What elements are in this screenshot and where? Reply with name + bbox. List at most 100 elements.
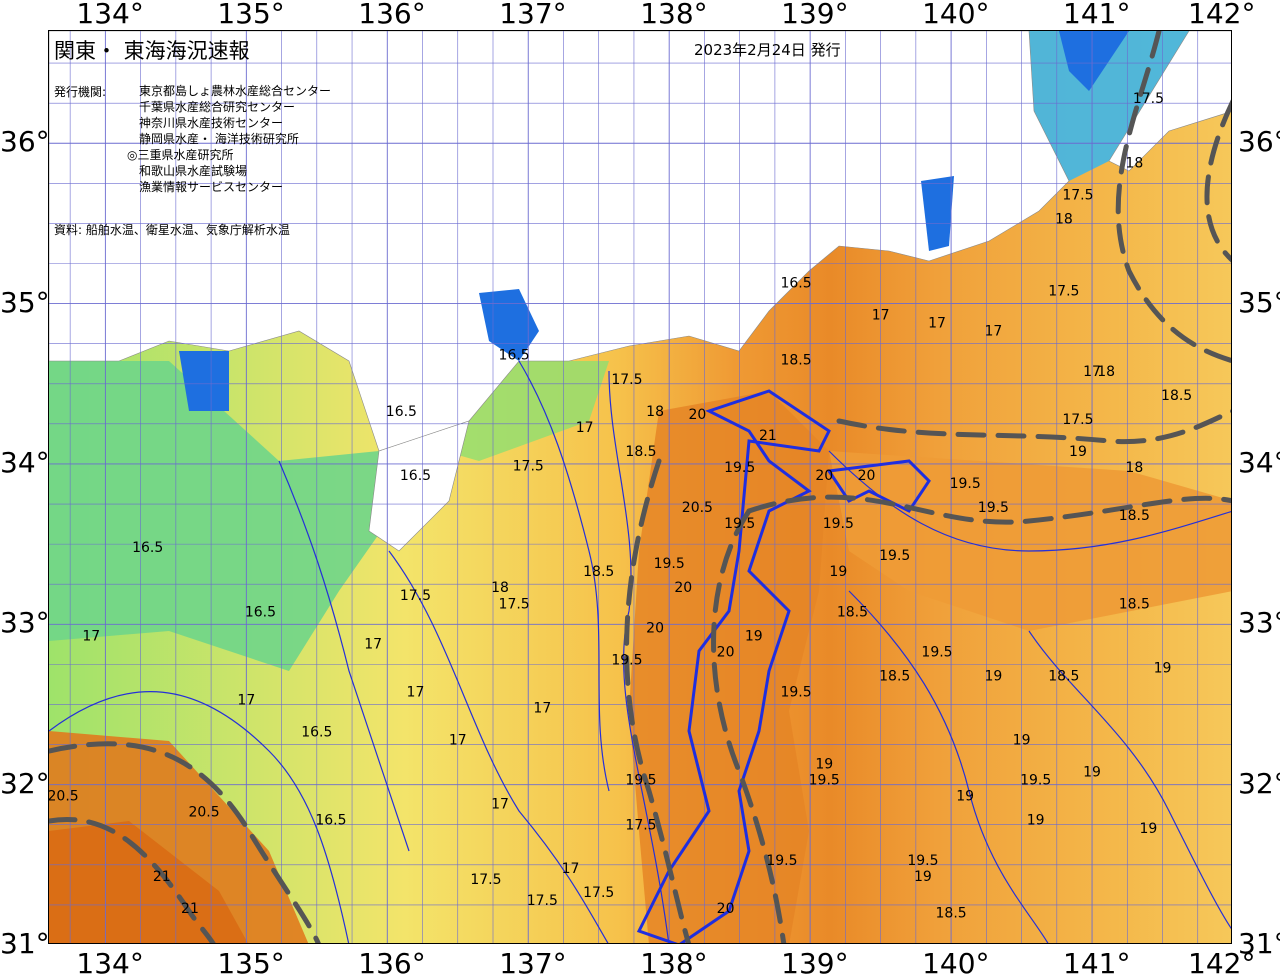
lon-label-bottom: 136° <box>358 947 426 980</box>
temperature-label: 20 <box>717 901 735 917</box>
publisher-label: 発行機関: <box>54 85 107 99</box>
temperature-label: 16.5 <box>301 725 332 741</box>
temperature-label: 19.5 <box>1020 773 1051 789</box>
temperature-label: 19.5 <box>780 684 811 700</box>
temperature-label: 16.5 <box>245 604 276 620</box>
temperature-label: 17 <box>449 733 467 749</box>
temperature-label: 18 <box>646 404 664 420</box>
temperature-label: 18 <box>1055 211 1073 227</box>
temperature-label: 19 <box>829 564 847 580</box>
temperature-label: 19 <box>956 789 974 805</box>
lat-label-right: 36° <box>1238 125 1280 159</box>
lat-label-left: 36° <box>0 125 50 159</box>
temperature-label: 20 <box>674 580 692 596</box>
temperature-label: 20 <box>815 468 833 484</box>
temperature-label: 19.5 <box>625 773 656 789</box>
temperature-label: 19.5 <box>879 548 910 564</box>
lon-label-bottom: 138° <box>640 947 708 980</box>
temperature-label: 17.5 <box>611 372 642 388</box>
temperature-label: 19.5 <box>724 516 755 532</box>
temperature-label: 20.5 <box>188 805 219 821</box>
temperature-label: 19.5 <box>823 516 854 532</box>
lat-label-right: 31° <box>1238 927 1280 960</box>
temperature-label: 17.5 <box>625 818 656 834</box>
lat-label-right: 33° <box>1238 606 1280 640</box>
lon-label-top: 135° <box>217 0 285 30</box>
temperature-label: 18.5 <box>837 604 868 620</box>
temperature-label: 19 <box>815 757 833 773</box>
temperature-label: 17 <box>928 316 946 332</box>
temperature-label: 20.5 <box>49 789 79 805</box>
lon-label-bottom: 140° <box>922 947 990 980</box>
temperature-label: 18.5 <box>1119 596 1150 612</box>
publisher-item: 神奈川県水産技術センター <box>139 116 284 130</box>
lat-label-left: 34° <box>0 445 50 479</box>
temperature-label: 19.5 <box>654 556 685 572</box>
lon-label-top: 138° <box>640 0 708 30</box>
temperature-label: 17 <box>576 420 594 436</box>
temperature-label: 21 <box>153 869 171 885</box>
temperature-label: 20 <box>717 644 735 660</box>
temperature-label: 19.5 <box>950 476 981 492</box>
publisher-item: 静岡県水産・ 海洋技術研究所 <box>139 132 299 146</box>
temperature-label: 18 <box>1097 364 1115 380</box>
temperature-label: 18.5 <box>583 564 614 580</box>
lat-label-left: 35° <box>0 285 50 319</box>
temperature-label: 19.5 <box>766 853 797 869</box>
temperature-label: 17 <box>562 861 580 877</box>
lon-label-top: 137° <box>499 0 567 30</box>
publisher-item: 千葉県水産総合研究センター <box>139 100 296 114</box>
temperature-label: 17 <box>491 797 509 813</box>
temperature-label: 18.5 <box>780 353 811 369</box>
temperature-label: 19 <box>1154 660 1172 676</box>
temperature-label: 17.5 <box>499 596 530 612</box>
publisher-item: 和歌山県水産試験場 <box>139 164 248 178</box>
lon-label-top: 140° <box>922 0 990 30</box>
temperature-label: 18.5 <box>1119 508 1150 524</box>
temperature-label: 19 <box>1013 733 1031 749</box>
temperature-label: 17 <box>407 684 425 700</box>
temperature-label: 18 <box>491 580 509 596</box>
temperature-label: 17 <box>872 308 890 324</box>
lat-label-right: 34° <box>1238 445 1280 479</box>
temperature-label: 16.5 <box>132 540 163 556</box>
lon-label-top: 142° <box>1188 0 1256 30</box>
temperature-label: 17.5 <box>470 872 501 888</box>
temperature-label: 19.5 <box>921 644 952 660</box>
temperature-label: 17 <box>82 628 100 644</box>
temperature-label: 17.5 <box>400 588 431 604</box>
lon-label-bottom: 137° <box>499 947 567 980</box>
lon-label-bottom: 141° <box>1063 947 1131 980</box>
publisher-item: ◎三重県水産研究所 <box>127 148 234 162</box>
temperature-label: 16.5 <box>386 404 417 420</box>
temperature-label: 17 <box>533 700 551 716</box>
temperature-label: 17.5 <box>527 893 558 909</box>
data-source: 資料: 船舶水温、衛星水温、気象庁解析水温 <box>54 223 290 237</box>
map-title: 関東・ 東海海況速報 <box>54 39 250 63</box>
temperature-label: 17.5 <box>583 885 614 901</box>
lon-label-top: 141° <box>1063 0 1131 30</box>
lon-label-bottom: 134° <box>76 947 144 980</box>
temperature-label: 19 <box>1027 813 1045 829</box>
temperature-label: 18.5 <box>1161 388 1192 404</box>
lat-label-left: 31° <box>0 927 50 960</box>
publisher-item: 漁業情報サービスセンター <box>139 180 284 194</box>
temperature-label: 19 <box>914 869 932 885</box>
temperature-label: 20 <box>646 620 664 636</box>
temperature-label: 17.5 <box>513 458 544 474</box>
temperature-label: 18.5 <box>936 906 967 922</box>
temperature-label: 20 <box>858 468 876 484</box>
temperature-label: 19.5 <box>611 652 642 668</box>
temperature-label: 19 <box>745 628 763 644</box>
temperature-label: 19.5 <box>907 853 938 869</box>
temperature-label: 18.5 <box>625 444 656 460</box>
temperature-label: 17 <box>237 692 255 708</box>
temperature-label: 17 <box>984 324 1002 340</box>
temperature-label: 19.5 <box>809 773 840 789</box>
lon-label-top: 134° <box>76 0 144 30</box>
temperature-label: 19.5 <box>724 460 755 476</box>
publisher-list: 東京都島しょ農林水産総合センター 千葉県水産総合研究センター 神奈川県水産技術セ… <box>127 83 331 195</box>
temperature-label: 19 <box>984 668 1002 684</box>
lat-label-left: 32° <box>0 766 50 800</box>
lat-label-left: 33° <box>0 606 50 640</box>
